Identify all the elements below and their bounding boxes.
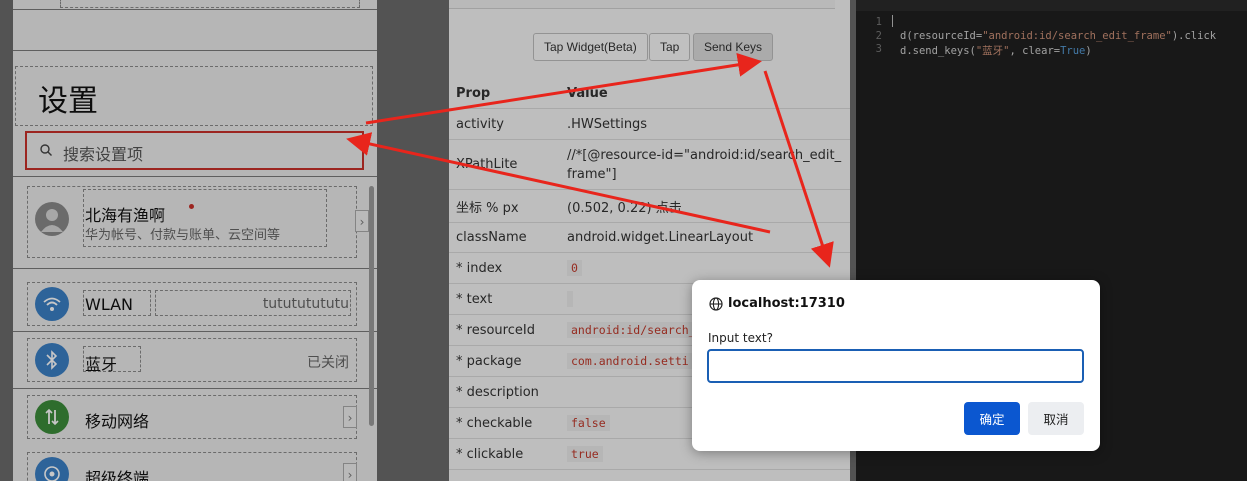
annotation-arrow [763, 70, 834, 268]
ok-button[interactable]: 确定 [964, 402, 1020, 435]
globe-icon [709, 297, 723, 311]
prompt-dialog: localhost:17310 Input text? 确定 取消 [692, 280, 1100, 451]
annotation-arrow [346, 132, 771, 234]
text-input-field[interactable] [707, 349, 1084, 383]
cancel-button[interactable]: 取消 [1028, 402, 1084, 435]
annotation-arrow [365, 52, 762, 125]
dialog-prompt: Input text? [708, 331, 773, 345]
dialog-title: localhost:17310 [728, 296, 845, 311]
